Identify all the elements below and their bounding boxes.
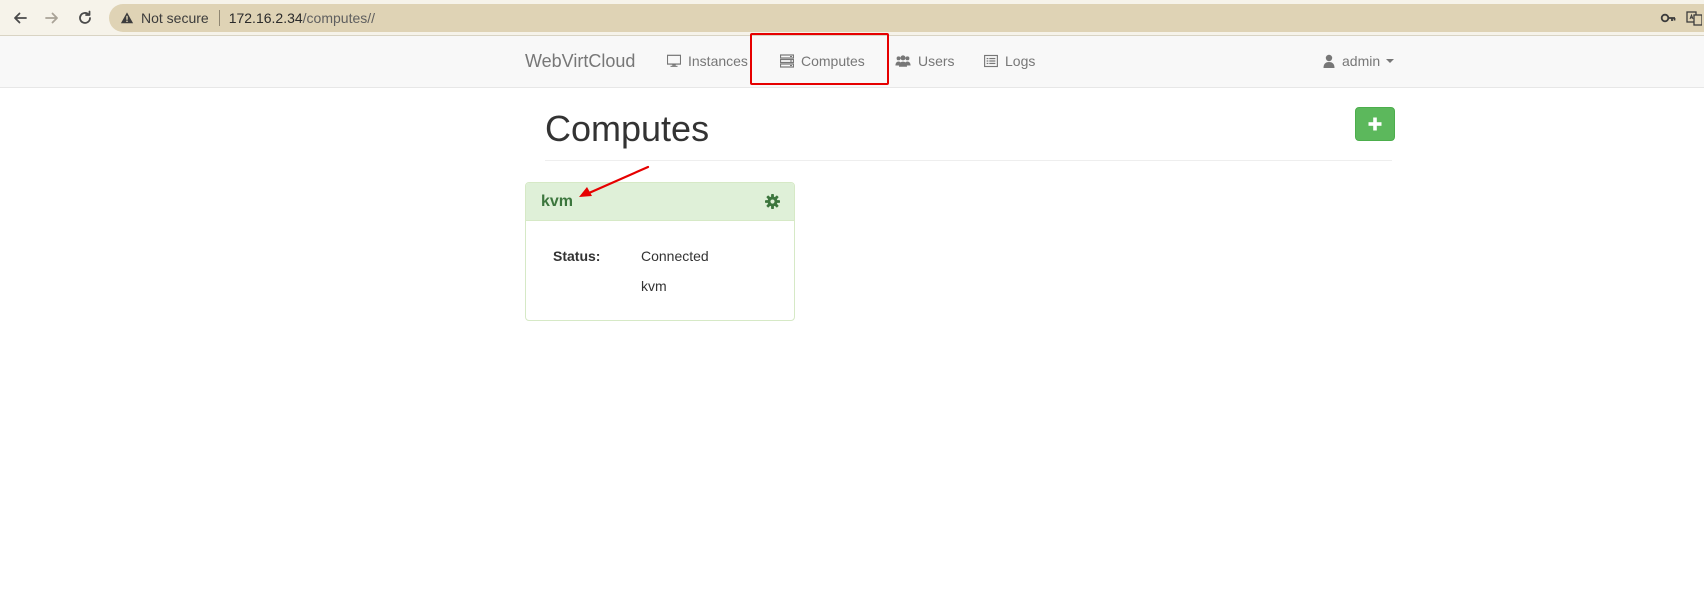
desktop-icon [667, 54, 681, 67]
compute-panel-heading: kvm [526, 183, 794, 221]
users-icon [895, 55, 911, 67]
nav-item-label: Instances [688, 53, 748, 69]
compute-name-link[interactable]: kvm [541, 193, 573, 211]
status-value: Connected [641, 248, 709, 264]
url-text[interactable]: 172.16.2.34/computes// [229, 10, 375, 26]
nav-item-computes[interactable]: Computes [780, 53, 865, 69]
nav-item-label: Users [918, 53, 955, 69]
address-bar[interactable]: Not secure 172.16.2.34/computes// [109, 4, 1704, 32]
add-compute-button[interactable] [1355, 107, 1395, 141]
compute-panel: kvm Status: Connected kvm [525, 182, 795, 321]
user-menu-dropdown[interactable]: admin [1323, 53, 1395, 69]
back-arrow-icon[interactable] [9, 7, 31, 29]
server-icon [780, 54, 794, 68]
reload-icon[interactable] [74, 7, 96, 29]
plus-icon [1368, 117, 1382, 131]
app-navbar: WebVirtCloud Instances Computes Users Lo… [0, 36, 1704, 88]
list-icon [984, 54, 998, 68]
gear-icon[interactable] [765, 194, 780, 209]
browser-toolbar: Not secure 172.16.2.34/computes// [0, 0, 1704, 36]
key-icon[interactable] [1660, 10, 1676, 26]
status-label: Status: [553, 248, 601, 264]
nav-item-logs[interactable]: Logs [984, 53, 1035, 69]
url-path: /computes// [302, 10, 376, 26]
user-menu-label: admin [1342, 53, 1381, 69]
page-title: Computes [545, 108, 710, 149]
nav-item-label: Computes [801, 53, 865, 69]
warning-icon[interactable] [119, 10, 135, 26]
brand-link[interactable]: WebVirtCloud [525, 51, 635, 72]
user-icon [1323, 54, 1335, 68]
forward-arrow-icon[interactable] [41, 7, 63, 29]
translate-icon[interactable] [1686, 10, 1703, 26]
chevron-down-icon [1386, 59, 1395, 63]
security-label[interactable]: Not secure [141, 10, 209, 26]
header-divider [545, 160, 1392, 161]
address-divider [218, 10, 220, 26]
nav-item-users[interactable]: Users [895, 53, 955, 69]
nav-item-label: Logs [1005, 53, 1036, 69]
url-host: 172.16.2.34 [228, 10, 303, 26]
compute-details: kvm [641, 278, 667, 294]
nav-item-instances[interactable]: Instances [667, 53, 748, 69]
